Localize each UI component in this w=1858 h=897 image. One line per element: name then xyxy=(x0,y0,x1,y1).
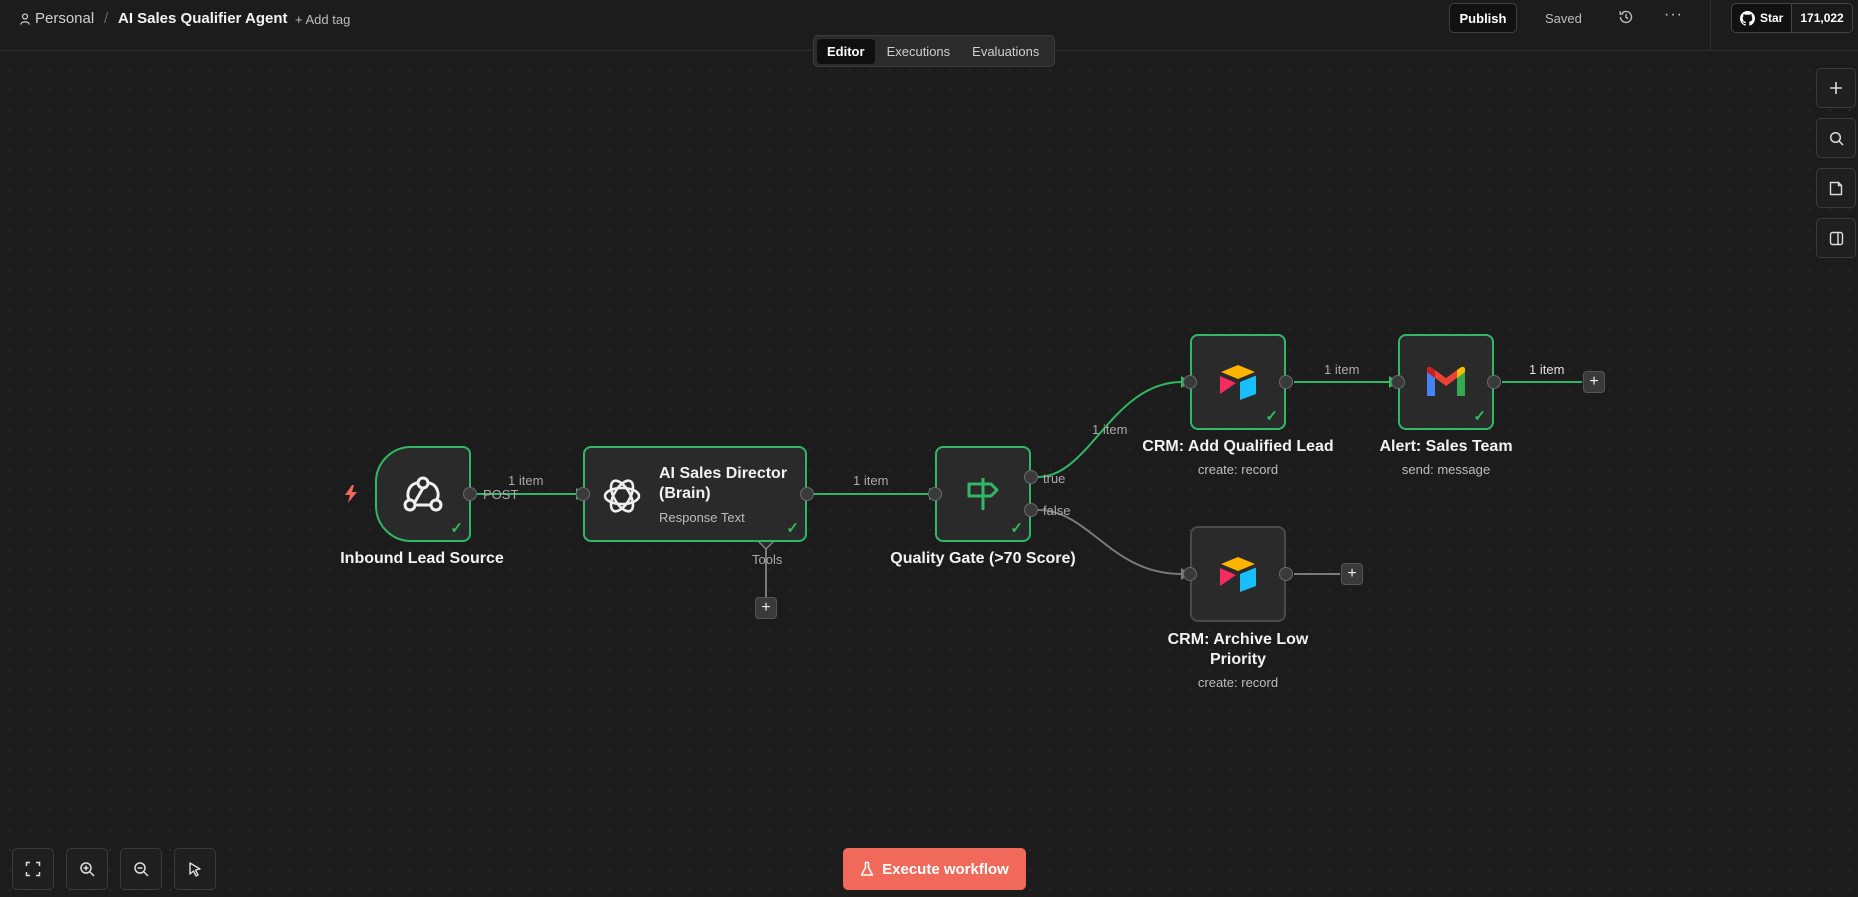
webhook-icon xyxy=(401,472,445,516)
edge-label-items: 1 item xyxy=(1092,422,1128,437)
output-port[interactable] xyxy=(1487,375,1501,389)
plus-icon: + xyxy=(761,599,771,616)
node-subtitle: create: record xyxy=(1197,675,1279,690)
input-port[interactable] xyxy=(1183,375,1197,389)
output-port[interactable] xyxy=(1279,375,1293,389)
edge-label-items: 1 item xyxy=(1324,362,1360,377)
output-port-false[interactable] xyxy=(1024,503,1038,517)
node-title: CRM: Add Qualified Lead xyxy=(1142,438,1334,455)
trigger-bolt-icon xyxy=(345,485,357,503)
connections-layer xyxy=(477,376,1582,598)
input-port[interactable] xyxy=(928,487,942,501)
zoom-in-button[interactable] xyxy=(66,848,108,890)
zoom-in-icon xyxy=(80,862,95,877)
edge-label-items: 1 item xyxy=(853,473,889,488)
node-subtitle: send: message xyxy=(1401,462,1491,477)
edge-label-post: POST xyxy=(483,487,519,502)
node-title: Quality Gate (>70 Score) xyxy=(890,550,1076,567)
execute-workflow-button[interactable]: Execute workflow xyxy=(843,848,1026,890)
branch-label-true: true xyxy=(1043,471,1066,486)
fit-view-button[interactable] xyxy=(12,848,54,890)
node-subtitle: create: record xyxy=(1197,462,1279,477)
success-check-icon: ✓ xyxy=(1265,408,1278,425)
edge-label-items: 1 item xyxy=(1529,362,1565,377)
signpost-icon xyxy=(963,474,1003,514)
plus-icon: + xyxy=(1347,565,1357,582)
output-port-true[interactable] xyxy=(1024,470,1038,484)
success-check-icon: ✓ xyxy=(450,520,463,537)
input-port[interactable] xyxy=(576,487,590,501)
output-port[interactable] xyxy=(463,487,477,501)
node-title: Alert: Sales Team xyxy=(1379,438,1513,455)
flask-icon xyxy=(860,861,874,876)
output-port[interactable] xyxy=(1279,567,1293,581)
node-title-line1: AI Sales Director xyxy=(659,465,788,482)
tidy-up-icon xyxy=(189,862,201,877)
airtable-icon xyxy=(1217,555,1259,593)
node-title-line2: (Brain) xyxy=(659,485,711,502)
add-next-node-button[interactable]: + xyxy=(1583,371,1605,393)
success-check-icon: ✓ xyxy=(786,520,799,537)
execute-workflow-label: Execute workflow xyxy=(882,860,1009,878)
node-ai-sales-director[interactable]: AI Sales Director (Brain) Response Text … xyxy=(583,446,807,542)
edge-label-items: 1 item xyxy=(508,473,544,488)
branch-label-false: false xyxy=(1043,503,1071,518)
plus-icon: + xyxy=(1589,373,1599,390)
node-title-line2: Priority xyxy=(1209,651,1266,668)
node-crm-add-qualified-lead[interactable]: ✓ xyxy=(1190,334,1286,430)
output-port[interactable] xyxy=(800,487,814,501)
tools-label: Tools xyxy=(752,552,783,567)
gmail-icon xyxy=(1425,366,1467,398)
node-crm-archive-low-priority[interactable] xyxy=(1190,526,1286,622)
add-tool-button[interactable]: + xyxy=(755,597,777,619)
add-next-node-button[interactable]: + xyxy=(1341,563,1363,585)
input-port[interactable] xyxy=(1183,567,1197,581)
node-alert-sales-team[interactable]: ✓ xyxy=(1398,334,1494,430)
zoom-out-button[interactable] xyxy=(120,848,162,890)
success-check-icon: ✓ xyxy=(1010,520,1023,537)
zoom-out-icon xyxy=(134,862,149,877)
airtable-icon xyxy=(1217,363,1259,401)
node-inbound-lead-source[interactable]: ✓ xyxy=(375,446,471,542)
input-port[interactable] xyxy=(1391,375,1405,389)
node-title: Inbound Lead Source xyxy=(340,550,504,567)
success-check-icon: ✓ xyxy=(1473,408,1486,425)
node-quality-gate[interactable]: ✓ xyxy=(935,446,1031,542)
fit-view-icon xyxy=(25,861,41,877)
openai-icon xyxy=(601,475,643,522)
node-subtitle: Response Text xyxy=(659,510,745,525)
tidy-up-button[interactable] xyxy=(174,848,216,890)
node-title-line1: CRM: Archive Low xyxy=(1167,631,1309,648)
